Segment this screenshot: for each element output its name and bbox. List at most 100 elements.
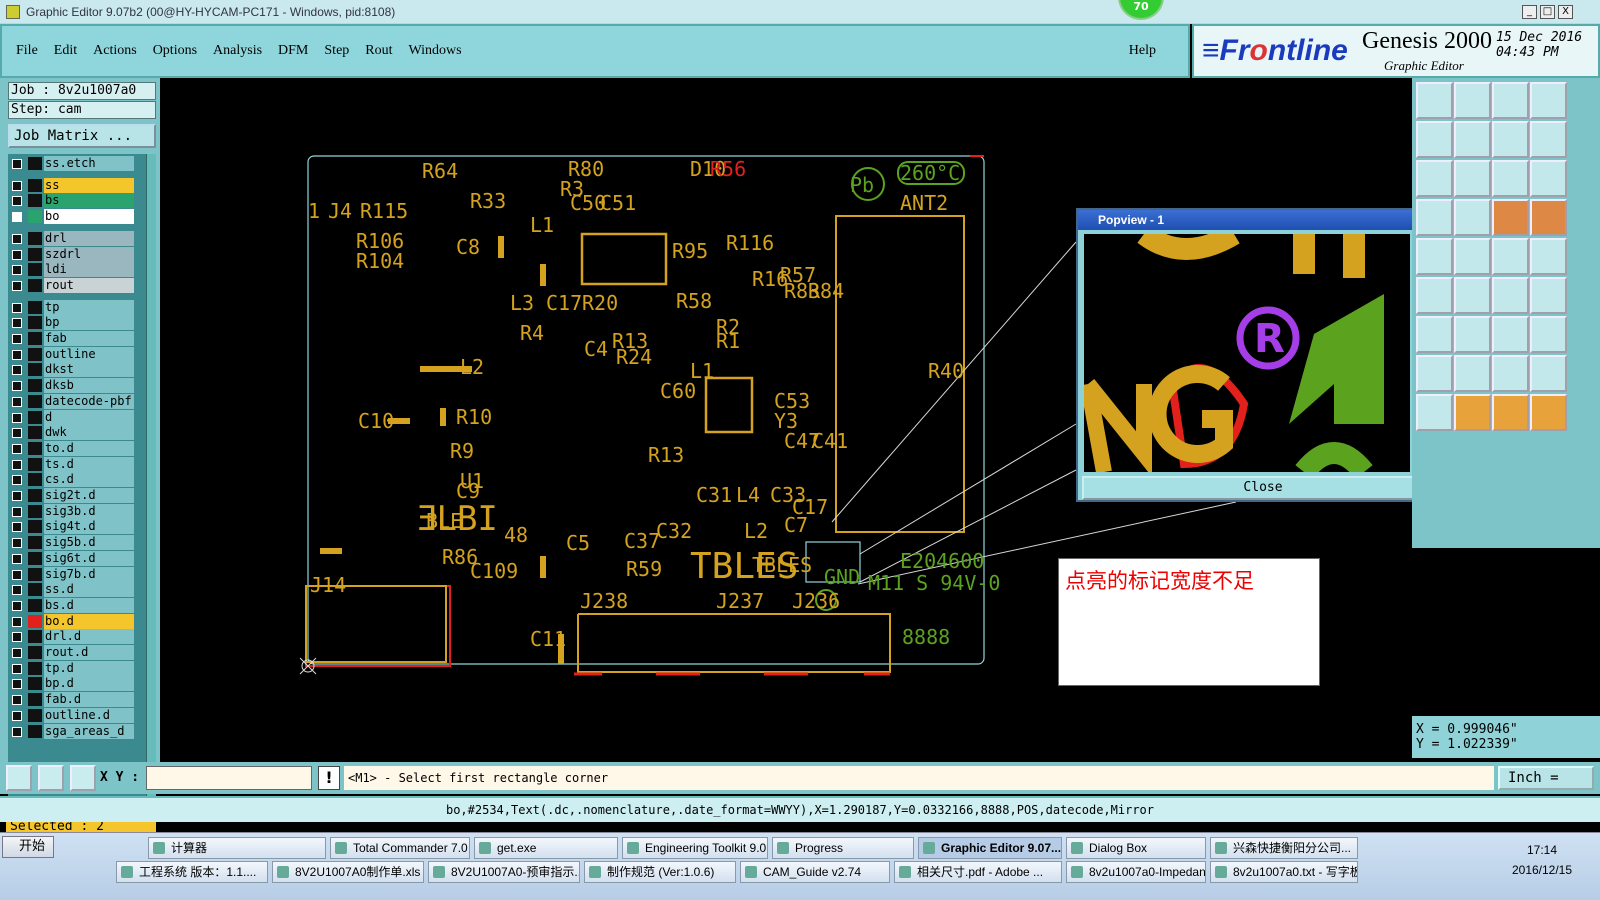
tool-button[interactable] bbox=[1416, 160, 1453, 197]
layer-checkbox[interactable] bbox=[12, 381, 22, 392]
tool-button[interactable] bbox=[1530, 121, 1567, 158]
tool-button[interactable] bbox=[1416, 121, 1453, 158]
layer-row[interactable]: dkst bbox=[8, 362, 144, 378]
tool-button[interactable] bbox=[1454, 160, 1491, 197]
tool-button[interactable] bbox=[1530, 238, 1567, 275]
tool-button[interactable] bbox=[1416, 82, 1453, 119]
layer-checkbox[interactable] bbox=[12, 443, 22, 454]
measure-icon[interactable] bbox=[38, 765, 64, 791]
layer-checkbox[interactable] bbox=[12, 616, 22, 627]
tool-button[interactable] bbox=[1492, 199, 1529, 236]
layer-row[interactable]: rout bbox=[8, 277, 144, 293]
layer-checkbox[interactable] bbox=[12, 648, 22, 658]
tool-button[interactable] bbox=[1492, 82, 1529, 119]
layer-row[interactable]: d bbox=[8, 409, 144, 425]
layer-checkbox[interactable] bbox=[12, 538, 22, 549]
tool-button[interactable] bbox=[1454, 82, 1491, 119]
layer-row[interactable]: bp bbox=[8, 315, 144, 331]
layer-checkbox[interactable] bbox=[12, 475, 22, 486]
layer-row[interactable]: sig6t.d bbox=[8, 550, 144, 566]
menu-options[interactable]: Options bbox=[153, 43, 197, 59]
tool-button[interactable] bbox=[1454, 394, 1491, 431]
layer-row[interactable]: drl bbox=[8, 230, 144, 246]
menu-help[interactable]: Help bbox=[1129, 43, 1156, 59]
layer-checkbox[interactable] bbox=[12, 412, 22, 423]
layer-checkbox[interactable] bbox=[12, 632, 22, 643]
taskbar-item[interactable]: 工程系统 版本：1.1.... bbox=[116, 861, 268, 883]
taskbar-item[interactable]: 制作规范 (Ver:1.0.6) bbox=[584, 861, 736, 883]
layer-checkbox[interactable] bbox=[12, 522, 22, 533]
taskbar-item[interactable]: Dialog Box bbox=[1066, 837, 1206, 859]
xy-input[interactable] bbox=[146, 766, 312, 790]
layer-checkbox[interactable] bbox=[12, 506, 22, 517]
menu-dfm[interactable]: DFM bbox=[278, 43, 308, 59]
layer-checkbox[interactable] bbox=[12, 679, 22, 690]
layer-row[interactable]: sig5b.d bbox=[8, 535, 144, 551]
layer-checkbox[interactable] bbox=[12, 196, 22, 207]
layer-checkbox[interactable] bbox=[12, 334, 22, 344]
layer-checkbox[interactable] bbox=[12, 365, 22, 376]
layer-row[interactable]: outline bbox=[8, 346, 144, 362]
layer-checkbox[interactable] bbox=[12, 249, 22, 260]
minimize-button[interactable]: _ bbox=[1522, 5, 1537, 19]
layer-row[interactable]: fab bbox=[8, 331, 144, 346]
layer-checkbox[interactable] bbox=[12, 159, 22, 169]
layer-checkbox[interactable] bbox=[12, 265, 22, 276]
menu-step[interactable]: Step bbox=[324, 43, 349, 59]
taskbar-item[interactable]: 8V2U1007A0-预审指示... bbox=[428, 861, 580, 883]
menu-rout[interactable]: Rout bbox=[365, 43, 392, 59]
start-button[interactable]: 开始 bbox=[2, 836, 54, 858]
taskbar-item[interactable]: 兴森快捷衡阳分公司... bbox=[1210, 837, 1358, 859]
layer-checkbox[interactable] bbox=[12, 233, 22, 244]
taskbar-item[interactable]: 8V2U1007A0制作单.xls ... bbox=[272, 861, 424, 883]
job-matrix-button[interactable]: Job Matrix ... bbox=[8, 124, 156, 148]
taskbar-item[interactable]: get.exe bbox=[474, 837, 618, 859]
tool-button[interactable] bbox=[1492, 160, 1529, 197]
menu-analysis[interactable]: Analysis bbox=[213, 43, 262, 59]
layer-row[interactable]: bs.d bbox=[8, 597, 144, 613]
tool-button[interactable] bbox=[1530, 394, 1567, 431]
menu-file[interactable]: File bbox=[16, 43, 38, 59]
snap-icon[interactable] bbox=[6, 765, 32, 791]
tool-button[interactable] bbox=[1492, 316, 1529, 353]
layer-row[interactable]: cs.d bbox=[8, 472, 144, 488]
taskbar-item[interactable]: Progress bbox=[772, 837, 914, 859]
layer-checkbox[interactable] bbox=[12, 280, 22, 291]
layer-checkbox[interactable] bbox=[12, 180, 22, 191]
layer-checkbox[interactable] bbox=[12, 695, 22, 706]
layer-row[interactable]: bo.d bbox=[8, 613, 144, 629]
tool-button[interactable] bbox=[1530, 199, 1567, 236]
layer-checkbox[interactable] bbox=[12, 585, 22, 596]
layer-checkbox[interactable] bbox=[12, 212, 22, 223]
layer-row[interactable]: ts.d bbox=[8, 456, 144, 472]
tool-button[interactable] bbox=[1454, 355, 1491, 392]
tool-button[interactable] bbox=[1416, 277, 1453, 314]
tool-button[interactable] bbox=[1492, 355, 1529, 392]
close-button[interactable]: X bbox=[1558, 5, 1573, 19]
tool-button[interactable] bbox=[1454, 277, 1491, 314]
tool-button[interactable] bbox=[1416, 355, 1453, 392]
layer-row[interactable]: ss.etch bbox=[8, 156, 144, 171]
tool-button[interactable] bbox=[1416, 316, 1453, 353]
layer-checkbox[interactable] bbox=[12, 663, 22, 674]
taskbar-item[interactable]: Total Commander 7.0 ... bbox=[330, 837, 470, 859]
layer-row[interactable]: tp.d bbox=[8, 660, 144, 676]
layer-checkbox[interactable] bbox=[12, 553, 22, 564]
layer-checkbox[interactable] bbox=[12, 569, 22, 580]
popview-close-button[interactable]: Close bbox=[1082, 476, 1444, 500]
layer-checkbox[interactable] bbox=[12, 726, 22, 737]
tool-button[interactable] bbox=[1454, 199, 1491, 236]
layer-checkbox[interactable] bbox=[12, 491, 22, 501]
layer-row[interactable]: ss.d bbox=[8, 582, 144, 598]
layer-row[interactable]: outline.d bbox=[8, 707, 144, 723]
layer-row[interactable]: bs bbox=[8, 193, 144, 209]
layer-row[interactable]: drl.d bbox=[8, 629, 144, 645]
tool-button[interactable] bbox=[1416, 394, 1453, 431]
layer-row[interactable]: rout.d bbox=[8, 645, 144, 660]
menu-edit[interactable]: Edit bbox=[54, 43, 77, 59]
layer-row[interactable]: datecode-pbf bbox=[8, 393, 144, 409]
layer-scrollbar[interactable] bbox=[146, 154, 156, 814]
tool-button[interactable] bbox=[1454, 121, 1491, 158]
taskbar-item[interactable]: 8v2u1007a0.txt - 写字板 bbox=[1210, 861, 1358, 883]
tool-button[interactable] bbox=[1492, 121, 1529, 158]
